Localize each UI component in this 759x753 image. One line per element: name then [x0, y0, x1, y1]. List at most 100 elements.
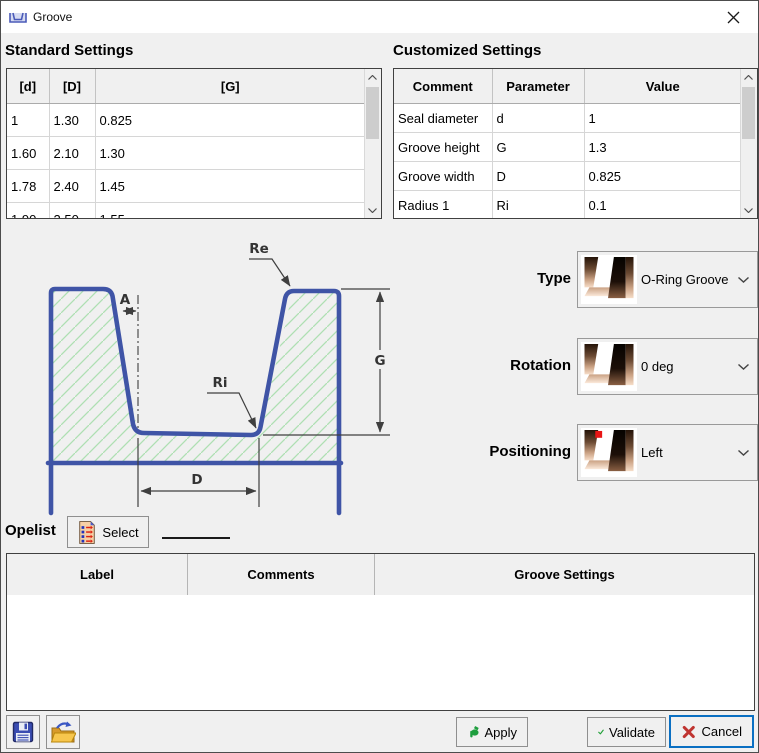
dim-label-ri: Ri: [212, 375, 227, 391]
chevron-down-icon: [738, 277, 749, 283]
rotation-dropdown[interactable]: 0 deg: [577, 338, 758, 395]
select-button-label: Select: [102, 525, 138, 540]
table-cell[interactable]: Radius 1: [394, 191, 492, 219]
table-cell[interactable]: 0.825: [95, 104, 365, 137]
table-row[interactable]: Groove heightG1.3: [394, 133, 741, 162]
scroll-down-icon[interactable]: [365, 202, 380, 218]
leader-re: [249, 259, 290, 286]
rotation-value: 0 deg: [641, 359, 738, 374]
chevron-down-icon: [738, 450, 749, 456]
scroll-thumb[interactable]: [366, 87, 379, 139]
column-header: Label: [7, 554, 188, 595]
groove-type-icon: [581, 255, 637, 304]
cancel-button-label: Cancel: [702, 724, 742, 739]
column-header: Comment: [394, 69, 492, 104]
positioning-dropdown[interactable]: Left: [577, 424, 758, 481]
table-cell[interactable]: 1: [584, 104, 741, 133]
customized-settings-table: Comment Parameter Value Seal diameterd1G…: [393, 68, 758, 219]
opelist-value-underline: [162, 537, 230, 539]
table-cell[interactable]: 1.60: [7, 137, 49, 170]
table-row[interactable]: 1.782.401.45: [7, 170, 365, 203]
opelist-label: Opelist: [5, 522, 56, 539]
close-button[interactable]: [708, 1, 758, 33]
groove-positioning-icon: [581, 428, 637, 477]
table-cell[interactable]: d: [492, 104, 584, 133]
leader-ri: [207, 393, 256, 428]
type-dropdown[interactable]: O-Ring Groove: [577, 251, 758, 308]
customized-settings-heading: Customized Settings: [393, 42, 541, 59]
groove-dialog: Groove Standard Settings Customized Sett…: [0, 0, 759, 753]
validate-button-label: Validate: [609, 725, 655, 740]
open-button[interactable]: [46, 715, 80, 749]
groove-diagram: G D A Re Ri: [19, 229, 484, 519]
table-cell[interactable]: Groove width: [394, 162, 492, 191]
cross-icon: [681, 722, 697, 742]
title-bar: Groove: [1, 1, 758, 33]
window-title: Groove: [33, 10, 72, 24]
check-icon: [598, 722, 604, 742]
rotation-label: Rotation: [451, 357, 571, 374]
table-cell[interactable]: Groove height: [394, 133, 492, 162]
standard-settings-table: [d] [D] [G] 11.300.8251.602.101.301.782.…: [6, 68, 382, 219]
standard-settings-heading: Standard Settings: [5, 42, 133, 59]
opelist-table-header: Label Comments Groove Settings: [7, 554, 754, 596]
opelist-table-body[interactable]: [7, 595, 754, 710]
hatch-fill: [51, 289, 339, 463]
apply-button-label: Apply: [484, 725, 517, 740]
table-cell[interactable]: Seal diameter: [394, 104, 492, 133]
validate-button[interactable]: Validate: [587, 717, 666, 747]
cancel-button[interactable]: Cancel: [669, 715, 754, 748]
table-cell[interactable]: 1.78: [7, 170, 49, 203]
scroll-down-icon[interactable]: [741, 202, 756, 218]
table-cell[interactable]: 1: [7, 104, 49, 137]
positioning-value: Left: [641, 445, 738, 460]
table-cell[interactable]: 1.45: [95, 170, 365, 203]
scrollbar[interactable]: [364, 69, 381, 218]
dim-label-a: A: [120, 292, 131, 308]
table-cell[interactable]: 1.90: [7, 203, 49, 219]
type-value: O-Ring Groove: [641, 272, 738, 287]
column-header: Value: [584, 69, 741, 104]
close-icon: [727, 11, 740, 24]
table-row[interactable]: Radius 1Ri0.1: [394, 191, 741, 219]
table-cell[interactable]: 0.825: [584, 162, 741, 191]
column-header: Parameter: [492, 69, 584, 104]
type-label: Type: [451, 270, 571, 287]
table-cell[interactable]: 1.30: [49, 104, 95, 137]
groove-rotation-icon: [581, 342, 637, 391]
table-row[interactable]: 11.300.825: [7, 104, 365, 137]
dim-label-d: D: [191, 472, 202, 488]
save-button[interactable]: [6, 715, 40, 749]
list-select-icon: [77, 520, 97, 545]
table-cell[interactable]: 1.30: [95, 137, 365, 170]
scroll-up-icon[interactable]: [741, 69, 756, 85]
apply-button[interactable]: Apply: [456, 717, 528, 747]
table-cell[interactable]: 2.10: [49, 137, 95, 170]
table-header-row: [d] [D] [G]: [7, 69, 365, 104]
positioning-label: Positioning: [451, 443, 571, 460]
table-cell[interactable]: Ri: [492, 191, 584, 219]
table-cell[interactable]: 0.1: [584, 191, 741, 219]
app-icon: [9, 10, 27, 24]
table-row[interactable]: Groove widthD0.825: [394, 162, 741, 191]
save-icon: [11, 720, 35, 744]
scroll-up-icon[interactable]: [365, 69, 380, 85]
table-cell[interactable]: D: [492, 162, 584, 191]
table-row[interactable]: 1.902.501.55: [7, 203, 365, 219]
table-cell[interactable]: 1.55: [95, 203, 365, 219]
table-row[interactable]: 1.602.101.30: [7, 137, 365, 170]
opelist-select-button[interactable]: Select: [67, 516, 149, 548]
dim-label-re: Re: [249, 241, 269, 257]
table-row[interactable]: Seal diameterd1: [394, 104, 741, 133]
apply-hand-icon: [467, 721, 479, 743]
table-cell[interactable]: 2.40: [49, 170, 95, 203]
dim-label-g: G: [374, 353, 385, 369]
opelist-table: Label Comments Groove Settings: [6, 553, 755, 711]
table-cell[interactable]: G: [492, 133, 584, 162]
column-header: Groove Settings: [375, 554, 754, 595]
table-cell[interactable]: 2.50: [49, 203, 95, 219]
table-cell[interactable]: 1.3: [584, 133, 741, 162]
scroll-thumb[interactable]: [742, 87, 755, 139]
column-header: [D]: [49, 69, 95, 104]
scrollbar[interactable]: [740, 69, 757, 218]
